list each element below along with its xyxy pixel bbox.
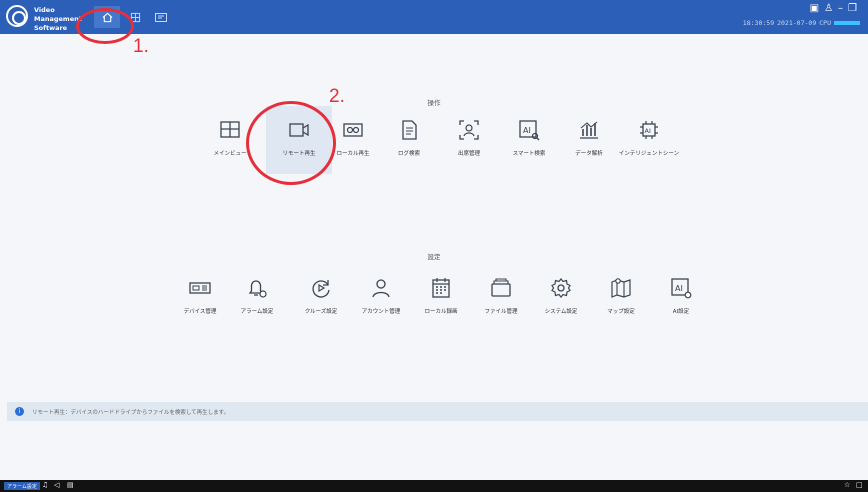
- system-info: 18:30:59 2021-07-09 CPU: [743, 19, 860, 27]
- tile-system-settings[interactable]: システム設定: [528, 264, 594, 332]
- tile-label: クルーズ設定: [304, 309, 338, 315]
- map-settings-icon: [611, 278, 631, 298]
- tile-label: アラーム設定: [240, 309, 274, 315]
- svg-text:AI: AI: [675, 284, 683, 293]
- tile-smart-search[interactable]: AI スマート検索: [496, 106, 562, 174]
- title-bar: Video Management Software ▣♙–❐ 18:30:59 …: [0, 0, 868, 34]
- tile-file-management[interactable]: ファイル管理: [468, 264, 534, 332]
- info-text: リモート再生：デバイスのハードドライブからファイルを検索して再生します。: [32, 409, 230, 416]
- cpu-meter: [834, 21, 860, 25]
- tile-label: メインビュー: [213, 151, 247, 157]
- tile-account-management[interactable]: アカウント管理: [348, 264, 414, 332]
- tile-log-search[interactable]: ログ検索: [376, 106, 442, 174]
- device-management-icon: [189, 282, 211, 294]
- cpu-label: CPU: [819, 19, 831, 27]
- tile-data-analysis[interactable]: データ解析: [556, 106, 622, 174]
- app-logo-icon: [6, 5, 28, 27]
- window-controls: ▣♙–❐: [810, 3, 862, 14]
- local-recording-icon: [432, 278, 450, 298]
- grid-icon: [130, 12, 140, 22]
- monitor-icon[interactable]: ▣: [810, 3, 824, 14]
- device-panel-icon: [155, 12, 167, 22]
- tile-label: アカウント管理: [361, 309, 401, 315]
- speaker-icon[interactable]: ◁: [54, 481, 59, 489]
- main-view-icon: [220, 121, 240, 138]
- tile-label: デバイス管理: [183, 309, 217, 315]
- home-button[interactable]: [94, 6, 120, 28]
- tile-map-settings[interactable]: マップ設定: [588, 264, 654, 332]
- tile-label: ファイル管理: [484, 309, 518, 315]
- tile-main-view[interactable]: メインビュー: [197, 106, 263, 174]
- app-name: Video Management Software: [34, 6, 94, 33]
- status-bar: アラーム設定 ♫ ◁ ▤ ☆ □: [0, 480, 868, 492]
- screen-icon[interactable]: ▤: [67, 481, 74, 489]
- grid-button[interactable]: [122, 6, 148, 28]
- remote-playback-icon: [289, 123, 309, 137]
- tile-attendance[interactable]: 出席管理: [436, 106, 502, 174]
- tile-label: リモート再生: [282, 151, 316, 157]
- account-icon: [372, 279, 390, 298]
- tile-label: インテリジェントシーン: [618, 151, 680, 157]
- device-panel-button[interactable]: [148, 6, 174, 28]
- intelligent-scene-icon: AI: [640, 121, 658, 139]
- data-analysis-icon: [580, 121, 598, 139]
- user-icon[interactable]: ♙: [824, 3, 838, 14]
- tile-label: スマート検索: [512, 151, 546, 157]
- alarm-settings-button[interactable]: アラーム設定: [4, 482, 40, 490]
- log-search-icon: [402, 120, 417, 140]
- tile-label: ローカル録画: [424, 309, 458, 315]
- tile-intelligent-scene[interactable]: AI インテリジェントシーン: [616, 106, 682, 174]
- svg-text:AI: AI: [523, 126, 531, 135]
- tile-label: ログ検索: [397, 151, 420, 157]
- tile-label: システム設定: [544, 309, 578, 315]
- clock-date: 2021-07-09: [777, 19, 817, 27]
- alarm-bell-icon[interactable]: ♫: [42, 481, 48, 489]
- tile-label: AI設定: [672, 309, 690, 315]
- annotation-step-2: 2.: [329, 86, 345, 107]
- tile-label: マップ設定: [607, 309, 635, 315]
- tile-local-recording[interactable]: ローカル録画: [408, 264, 474, 332]
- minimize-icon[interactable]: –: [838, 3, 848, 14]
- tile-label: 出席管理: [457, 151, 480, 157]
- settings-section-title: 設定: [427, 253, 441, 261]
- info-bar: i リモート再生：デバイスのハードドライブからファイルを検索して再生します。: [7, 402, 868, 421]
- tile-label: データ解析: [575, 151, 603, 157]
- tile-ai-settings[interactable]: AI AI設定: [648, 264, 714, 332]
- ai-search-icon: AI: [519, 120, 540, 141]
- home-icon: [102, 12, 112, 22]
- pin-icon[interactable]: ☆: [844, 481, 850, 489]
- window-icon[interactable]: □: [856, 481, 863, 489]
- local-playback-icon: [343, 123, 363, 137]
- tile-alarm-settings[interactable]: アラーム設定: [224, 264, 290, 332]
- svg-text:AI: AI: [645, 127, 651, 135]
- alarm-settings-icon: [248, 280, 267, 298]
- file-management-icon: [491, 278, 511, 297]
- tile-label: ローカル再生: [336, 151, 370, 157]
- cruise-settings-icon: [312, 280, 330, 298]
- app-name-line1: Video Management: [34, 6, 82, 23]
- attendance-icon: [459, 120, 479, 140]
- system-settings-icon: [551, 278, 571, 298]
- ai-settings-icon: AI: [671, 278, 692, 299]
- info-icon: i: [15, 407, 24, 416]
- tile-cruise-settings[interactable]: クルーズ設定: [288, 264, 354, 332]
- clock-time: 18:30:59: [742, 19, 775, 27]
- restore-icon[interactable]: ❐: [848, 3, 862, 14]
- app-name-line2: Software: [34, 24, 68, 32]
- annotation-step-1: 1.: [133, 36, 149, 57]
